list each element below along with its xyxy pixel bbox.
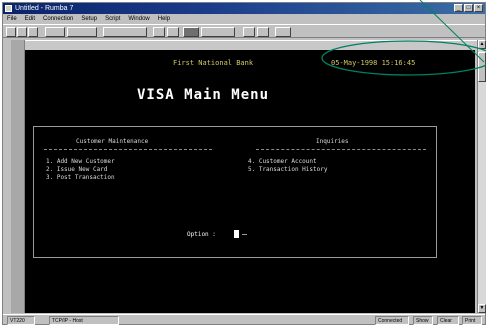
input-field-underline [242, 234, 247, 235]
record-icon[interactable] [183, 27, 199, 37]
save-session-icon[interactable] [28, 27, 38, 37]
scroll-up-icon[interactable]: ▲ [478, 40, 486, 49]
input-cursor[interactable] [234, 230, 239, 238]
status-connected: Connected [375, 316, 409, 325]
close-button[interactable]: × [474, 4, 483, 12]
status-terminal-type: VT220 [7, 316, 35, 325]
status-print[interactable]: Print [462, 316, 482, 325]
status-bar: VT220 TCP/IP - Host Connected Show Clear… [3, 314, 485, 325]
status-connection: TCP/IP - Host [49, 316, 119, 325]
menu-edit[interactable]: Edit [25, 14, 35, 24]
title-bar[interactable]: Untitled - Rumba 7 _ □ × [3, 3, 485, 14]
terminal-screen[interactable]: First National Bank 05-May-1998 15:16:45… [25, 50, 475, 313]
toolbar [3, 24, 485, 38]
settings-icon[interactable] [257, 27, 269, 37]
app-icon[interactable] [5, 5, 12, 12]
right-divider [256, 149, 426, 150]
menu-option-2[interactable]: 2. Issue New Card [46, 166, 107, 174]
inquiries-heading: Inquiries [316, 138, 349, 145]
menu-option-1[interactable]: 1. Add New Customer [46, 158, 115, 166]
open-session-icon[interactable] [17, 27, 27, 37]
display-icon[interactable] [201, 27, 235, 37]
page-title: VISA Main Menu [137, 87, 270, 103]
menu-help[interactable]: Help [158, 14, 170, 24]
menu-connection[interactable]: Connection [43, 14, 73, 24]
status-show[interactable]: Show [413, 316, 433, 325]
copy-icon[interactable] [153, 27, 165, 37]
window-controls: _ □ × [454, 4, 483, 12]
scroll-down-icon[interactable]: ▼ [478, 304, 486, 313]
menu-option-5[interactable]: 5. Transaction History [248, 166, 327, 174]
date-time: 05-May-1998 15:16:45 [331, 59, 416, 67]
menu-panel: Customer Maintenance 1. Add New Customer… [33, 126, 437, 258]
menu-script[interactable]: Script [105, 14, 120, 24]
transfer-icon[interactable] [67, 27, 97, 37]
menu-option-3[interactable]: 3. Post Transaction [46, 174, 115, 182]
bank-name: First National Bank [173, 59, 254, 67]
maximize-button[interactable]: □ [464, 4, 473, 12]
vertical-scrollbar[interactable]: ▲ ▼ [477, 40, 486, 313]
emulator-window: Untitled - Rumba 7 _ □ × File Edit Conne… [2, 2, 486, 325]
print-icon[interactable] [243, 27, 255, 37]
paste-icon[interactable] [167, 27, 179, 37]
terminal-header-strip [19, 40, 479, 50]
window-title: Untitled - Rumba 7 [15, 5, 74, 12]
keyboard-map-icon[interactable] [103, 27, 147, 37]
menu-setup[interactable]: Setup [81, 14, 97, 24]
customer-maintenance-heading: Customer Maintenance [76, 138, 149, 145]
option-prompt: Option : [187, 231, 216, 238]
status-clear[interactable]: Clear [437, 316, 459, 325]
terminal-left-margin [11, 40, 25, 313]
scroll-thumb[interactable] [478, 52, 486, 82]
help-icon[interactable] [275, 27, 291, 37]
new-session-icon[interactable] [6, 27, 16, 37]
menu-window[interactable]: Window [128, 14, 149, 24]
menu-bar: File Edit Connection Setup Script Window… [3, 14, 485, 24]
left-divider [44, 149, 212, 150]
menu-option-4[interactable]: 4. Customer Account [248, 158, 317, 166]
connect-icon[interactable] [45, 27, 65, 37]
minimize-button[interactable]: _ [454, 4, 463, 12]
menu-file[interactable]: File [7, 14, 17, 24]
